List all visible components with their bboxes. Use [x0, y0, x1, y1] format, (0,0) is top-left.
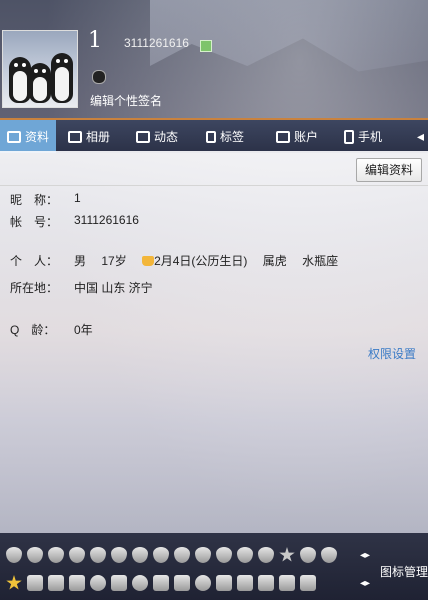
- personal-row: 个 人： 男 17岁 2月4日(公历生日) 属虎 水瓶座: [10, 252, 350, 269]
- moon-icon[interactable]: [195, 575, 211, 591]
- nickname-value: 1: [74, 191, 81, 205]
- crown-wing-icon[interactable]: [69, 547, 85, 563]
- account-value: 3111261616: [74, 213, 139, 227]
- app-store-icon[interactable]: [27, 575, 43, 591]
- camera-icon[interactable]: [48, 575, 64, 591]
- permission-settings-link[interactable]: 权限设置: [368, 345, 416, 362]
- penguin-figure: [29, 63, 51, 103]
- icon-row-bottom: [6, 575, 321, 591]
- user-icon[interactable]: [300, 575, 316, 591]
- header-nickname: 1: [88, 28, 102, 53]
- photo-icon[interactable]: [237, 575, 253, 591]
- diamond-icon[interactable]: [174, 547, 190, 563]
- tab-label: 标签: [220, 130, 245, 144]
- panel-toolbar: 编辑资料: [0, 151, 428, 186]
- location-row: 所在地： 中国 山东 济宁: [10, 279, 153, 296]
- photo-album-icon: [68, 130, 82, 143]
- profile-card-icon: [6, 130, 21, 143]
- account-label: 帐 号：: [10, 215, 59, 229]
- penguin-figure: [51, 53, 73, 103]
- tab-label: 动态: [154, 130, 179, 144]
- location-value: 中国 山东 济宁: [74, 281, 153, 295]
- eye-icon[interactable]: [321, 547, 337, 563]
- wallet-icon: [276, 130, 290, 143]
- penguin-figure: [9, 57, 31, 103]
- icon-manage-link[interactable]: 图标管理: [380, 563, 428, 580]
- heart-wing-icon[interactable]: [27, 547, 43, 563]
- music-icon[interactable]: [90, 575, 106, 591]
- birthday-value: 2月4日(公历生日): [154, 254, 248, 268]
- personal-values: 男 17岁 2月4日(公历生日) 属虎 水瓶座: [74, 252, 350, 269]
- document-icon[interactable]: [258, 575, 274, 591]
- tab-profile[interactable]: 资料: [0, 120, 56, 153]
- location-label: 所在地：: [10, 281, 59, 295]
- robot-icon[interactable]: [132, 547, 148, 563]
- heart-icon[interactable]: [300, 547, 316, 563]
- signature-edit-link[interactable]: 编辑个性签名: [90, 92, 162, 109]
- gender-value: 男: [74, 254, 87, 268]
- app-icon-bar: ◂▸ ◂▸ 图标管理: [0, 533, 428, 600]
- avatar[interactable]: [2, 30, 78, 108]
- anchor-icon[interactable]: [48, 547, 64, 563]
- icon-row-top: [6, 547, 342, 563]
- star-icon[interactable]: [279, 547, 295, 562]
- security-icon[interactable]: [216, 575, 232, 591]
- diamond-icon[interactable]: [237, 547, 253, 563]
- pet-icon[interactable]: [132, 575, 148, 591]
- diamond-icon[interactable]: [258, 547, 274, 563]
- tab-account[interactable]: 账户: [276, 120, 318, 153]
- tab-label: 账户: [294, 130, 319, 144]
- profile-header: 1 3111261616 编辑个性签名: [0, 0, 428, 118]
- personal-label: 个 人：: [10, 254, 59, 268]
- angel-wing-icon[interactable]: [6, 547, 22, 563]
- tab-label: 手机: [358, 130, 383, 144]
- diamond-icon[interactable]: [111, 547, 127, 563]
- profile-panel: 编辑资料 昵 称： 1 帐 号： 3111261616 个 人： 男 17岁 2…: [0, 151, 428, 533]
- feed-list-icon: [136, 130, 150, 143]
- grid-app-icon[interactable]: [111, 575, 127, 591]
- diamond-icon[interactable]: [195, 547, 211, 563]
- qage-row: Q 龄： 0年: [10, 321, 93, 338]
- nickname-row: 昵 称： 1: [10, 191, 81, 208]
- tab-album[interactable]: 相册: [68, 120, 110, 153]
- header-qq-number: 3111261616: [124, 36, 189, 50]
- qage-value: 0年: [74, 323, 93, 337]
- qage-label: Q 龄：: [10, 323, 56, 337]
- qq-penguin-icon[interactable]: [92, 70, 106, 84]
- icon-row-scroll-icon[interactable]: ◂▸: [360, 578, 370, 589]
- zodiac-value: 属虎: [262, 254, 287, 268]
- icon-row-scroll-icon[interactable]: ◂▸: [360, 550, 370, 561]
- diamond-icon[interactable]: [216, 547, 232, 563]
- tab-label: 相册: [86, 130, 111, 144]
- shield-icon[interactable]: [69, 575, 85, 591]
- birthday-crown-icon: [142, 256, 155, 266]
- constellation-value: 水瓶座: [302, 254, 339, 268]
- edit-profile-button[interactable]: 编辑资料: [355, 158, 422, 182]
- tab-phone[interactable]: 手机: [344, 120, 382, 153]
- flame-wing-icon[interactable]: [90, 547, 106, 563]
- video-icon[interactable]: [153, 575, 169, 591]
- mail-icon[interactable]: [279, 575, 295, 591]
- tab-bar: 资料 相册 动态 标签 账户 手机 ◂: [0, 118, 428, 153]
- bookmark-tag-icon: [206, 130, 216, 143]
- tab-tags[interactable]: 标签: [206, 120, 244, 153]
- tab-label: 资料: [24, 130, 49, 144]
- tab-scroll-left-icon[interactable]: ◂: [417, 128, 424, 145]
- phone-icon: [344, 129, 354, 144]
- diamond-icon[interactable]: [153, 547, 169, 563]
- account-row: 帐 号： 3111261616: [10, 213, 139, 230]
- vip-level-icon[interactable]: [200, 40, 212, 52]
- nickname-label: 昵 称：: [10, 193, 59, 207]
- game-icon[interactable]: [174, 575, 190, 591]
- age-value: 17岁: [101, 254, 127, 268]
- tab-feed[interactable]: 动态: [136, 120, 178, 153]
- star-icon[interactable]: [6, 575, 22, 590]
